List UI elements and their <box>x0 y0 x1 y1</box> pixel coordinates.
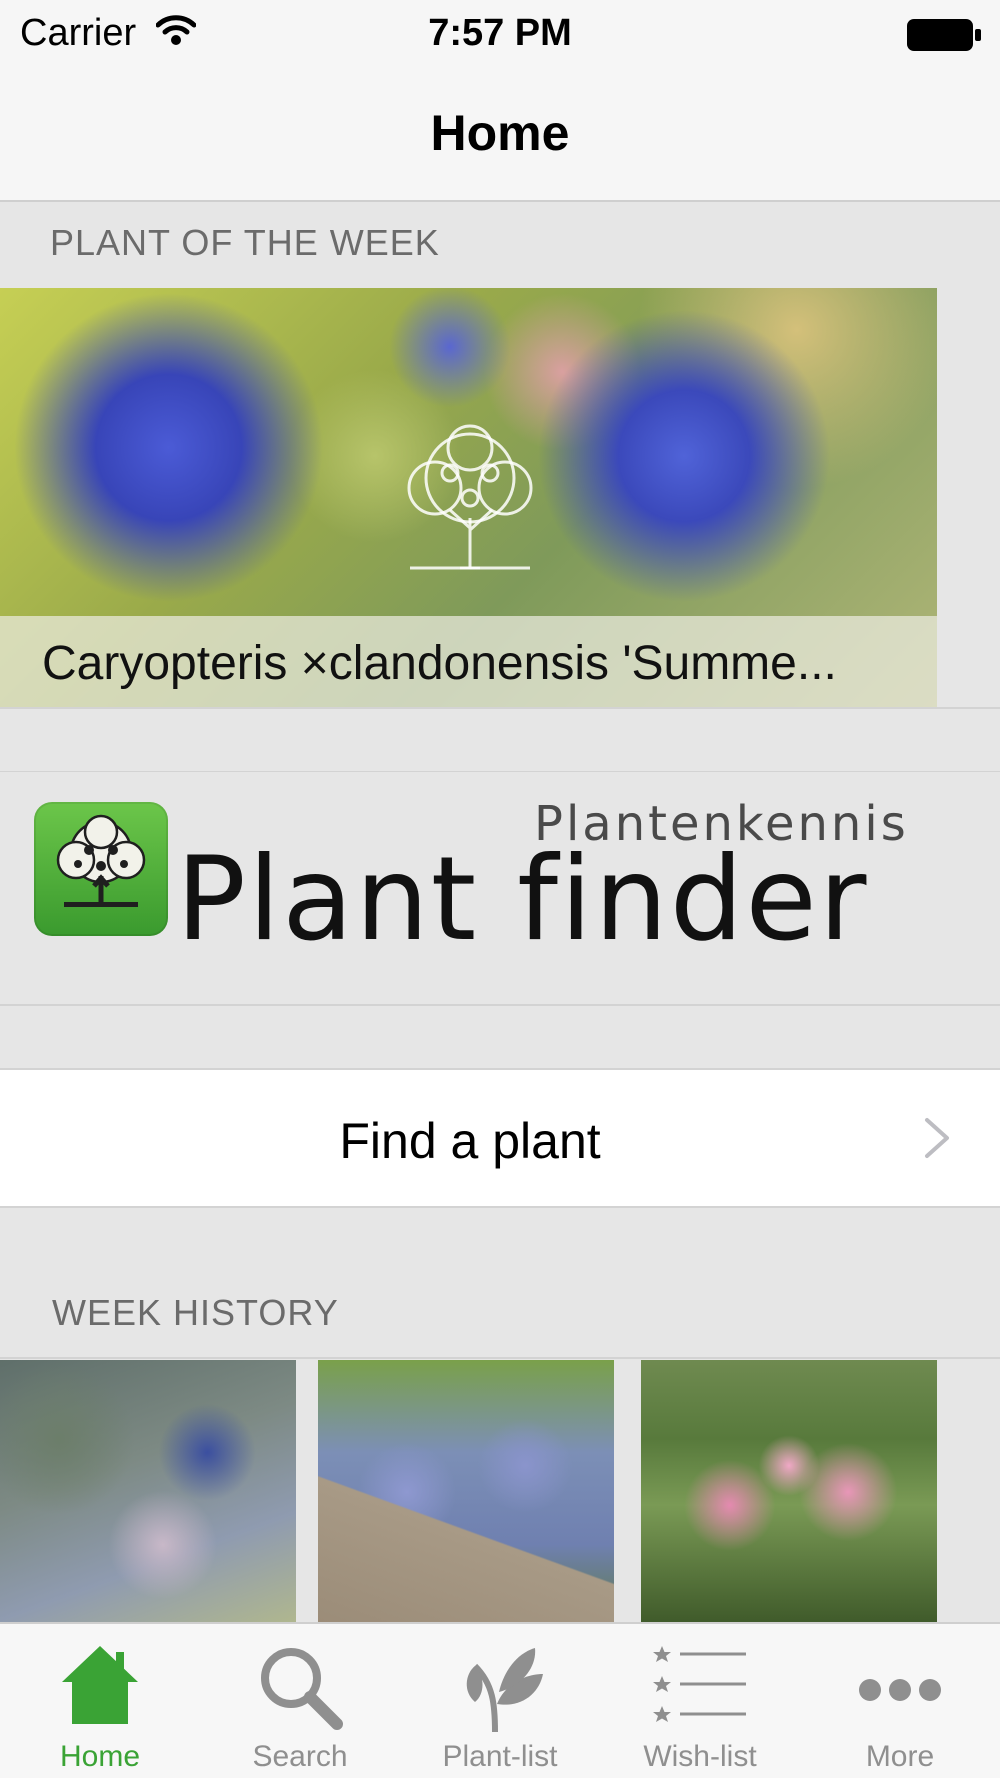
tab-label: More <box>865 1740 935 1773</box>
brand-banner: Plantenkennis Plant finder <box>0 772 1000 1004</box>
plant-icon <box>400 1644 600 1739</box>
tab-label: Plant-list <box>442 1740 558 1773</box>
battery-icon <box>906 18 982 57</box>
star-list-icon <box>600 1644 800 1731</box>
tab-home[interactable]: Home <box>0 1624 200 1778</box>
divider <box>0 707 1000 709</box>
page-title: Home <box>430 105 570 161</box>
navigation-bar: Home <box>0 68 1000 202</box>
tab-plant-list[interactable]: Plant-list <box>400 1624 600 1778</box>
week-history-header: WEEK HISTORY <box>52 1292 339 1333</box>
tab-wish-list[interactable]: Wish-list <box>600 1624 800 1778</box>
find-a-plant-button[interactable]: Find a plant <box>0 1068 1000 1208</box>
tab-label: Wish-list <box>643 1740 757 1773</box>
divider <box>0 1357 1000 1359</box>
more-icon <box>800 1644 1000 1731</box>
tab-more[interactable]: More <box>800 1624 1000 1778</box>
status-bar: Carrier 7:57 PM <box>0 0 1000 68</box>
card-gutter <box>937 288 1000 708</box>
home-icon <box>0 1644 200 1731</box>
tab-label: Search <box>252 1740 348 1773</box>
find-a-plant-label: Find a plant <box>339 1113 601 1169</box>
tab-bar: Home Search Plant-list Wish-list More <box>0 1622 1000 1778</box>
clock: 7:57 PM <box>428 12 572 54</box>
tree-watermark-icon <box>380 418 560 593</box>
plant-of-week-header: PLANT OF THE WEEK <box>50 222 440 263</box>
tab-label: Home <box>59 1740 141 1773</box>
plant-of-week-name: Caryopteris ×clandonensis 'Summe... <box>42 637 837 690</box>
app-logo-icon <box>34 802 168 936</box>
divider <box>0 1004 1000 1006</box>
chevron-right-icon <box>922 1116 952 1165</box>
plant-of-week-card[interactable]: Caryopteris ×clandonensis 'Summe... <box>0 288 937 708</box>
brand-title: Plant finder <box>176 832 869 967</box>
search-icon <box>200 1644 400 1735</box>
week-history-thumbnail[interactable] <box>318 1360 614 1624</box>
week-history-thumbnail[interactable] <box>0 1360 296 1624</box>
tab-search[interactable]: Search <box>200 1624 400 1778</box>
week-history-thumbnail[interactable] <box>641 1360 937 1624</box>
